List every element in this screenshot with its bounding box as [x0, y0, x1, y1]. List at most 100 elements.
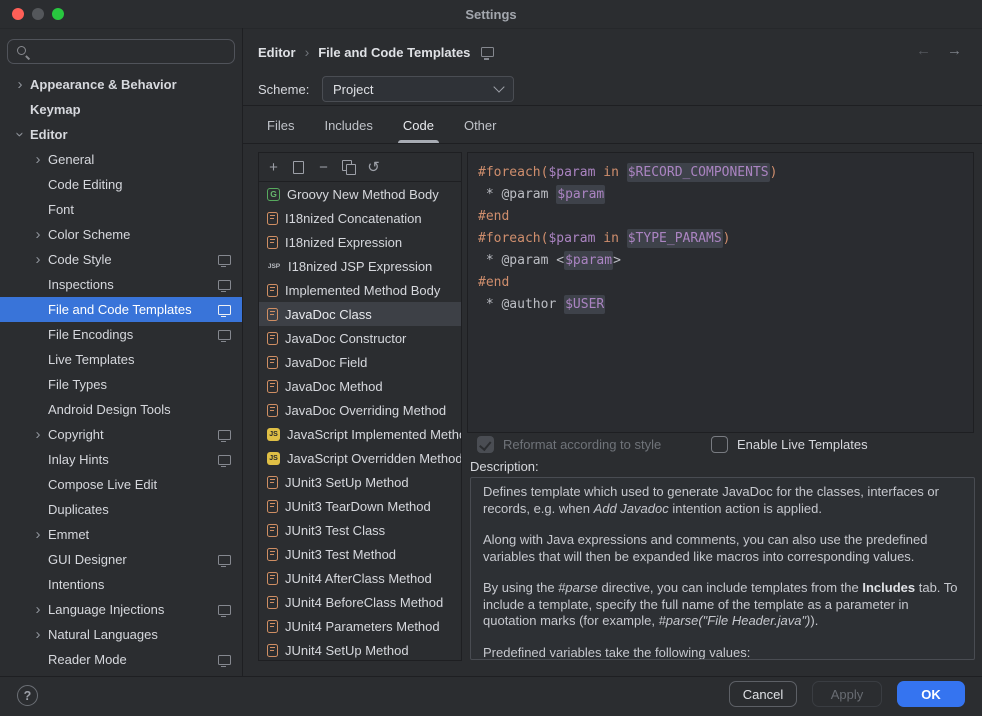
template-item-label: JUnit4 AfterClass Method: [285, 571, 432, 586]
sidebar-item-label: Android Design Tools: [48, 402, 171, 417]
sidebar-item-label: Live Templates: [48, 352, 134, 367]
sidebar-item-file-and-code-templates[interactable]: File and Code Templates: [0, 297, 242, 322]
sidebar-item-label: Inspections: [48, 277, 114, 292]
template-item-label: JUnit4 Parameters Method: [285, 619, 440, 634]
sidebar-item-label: Font: [48, 202, 74, 217]
ok-button[interactable]: OK: [897, 681, 965, 707]
sidebar-item-intentions[interactable]: Intentions: [0, 572, 242, 597]
sidebar-item-language-injections[interactable]: ›Language Injections: [0, 597, 242, 622]
scheme-dropdown[interactable]: Project: [322, 76, 514, 102]
sidebar-item-general[interactable]: ›General: [0, 147, 242, 172]
chevron-collapsed-icon[interactable]: ›: [28, 602, 48, 617]
sidebar-item-gui-designer[interactable]: GUI Designer: [0, 547, 242, 572]
settings-search-field[interactable]: [7, 39, 235, 64]
breadcrumb-editor[interactable]: Editor: [258, 45, 296, 60]
description-body[interactable]: Defines template which used to generate …: [470, 477, 975, 660]
sidebar-item-live-templates[interactable]: Live Templates: [0, 347, 242, 372]
sidebar-item-duplicates[interactable]: Duplicates: [0, 497, 242, 522]
chevron-collapsed-icon[interactable]: ›: [28, 252, 48, 267]
template-list[interactable]: GGroovy New Method BodyI18nized Concaten…: [259, 182, 461, 660]
template-item-javascript-implemented-method[interactable]: JSJavaScript Implemented Method: [259, 422, 461, 446]
template-item-javadoc-method[interactable]: JavaDoc Method: [259, 374, 461, 398]
sidebar-item-copyright[interactable]: ›Copyright: [0, 422, 242, 447]
minimize-button[interactable]: [32, 8, 44, 20]
chevron-collapsed-icon[interactable]: ›: [28, 627, 48, 642]
sidebar-item-code-editing[interactable]: Code Editing: [0, 172, 242, 197]
template-item-i18nized-expression[interactable]: I18nized Expression: [259, 230, 461, 254]
template-item-junit4-beforeclass-method[interactable]: JUnit4 BeforeClass Method: [259, 590, 461, 614]
template-item-junit3-test-method[interactable]: JUnit3 Test Method: [259, 542, 461, 566]
reformat-checkbox[interactable]: [477, 436, 494, 453]
ide-settings-monitor-icon: [218, 655, 231, 665]
tab-code[interactable]: Code: [401, 107, 436, 143]
sidebar-item-keymap[interactable]: Keymap: [0, 97, 242, 122]
template-item-javadoc-overriding-method[interactable]: JavaDoc Overriding Method: [259, 398, 461, 422]
sidebar-item-natural-languages[interactable]: ›Natural Languages: [0, 622, 242, 647]
template-item-junit3-setup-method[interactable]: JUnit3 SetUp Method: [259, 470, 461, 494]
template-item-implemented-method-body[interactable]: Implemented Method Body: [259, 278, 461, 302]
template-item-label: JavaScript Overridden Method: [287, 451, 461, 466]
template-file-icon: [267, 500, 278, 513]
template-item-junit3-test-class[interactable]: JUnit3 Test Class: [259, 518, 461, 542]
chevron-collapsed-icon[interactable]: ›: [28, 227, 48, 242]
template-item-junit4-setup-method[interactable]: JUnit4 SetUp Method: [259, 638, 461, 661]
sidebar-item-editor[interactable]: ›Editor: [0, 122, 242, 147]
template-file-icon: [267, 284, 278, 297]
template-code-editor[interactable]: #foreach($param in $RECORD_COMPONENTS) *…: [467, 152, 974, 433]
sidebar-item-code-style[interactable]: ›Code Style: [0, 247, 242, 272]
template-item-label: JUnit3 Test Class: [285, 523, 385, 538]
sidebar-item-inlay-hints[interactable]: Inlay Hints: [0, 447, 242, 472]
template-item-javadoc-field[interactable]: JavaDoc Field: [259, 350, 461, 374]
apply-button[interactable]: Apply: [812, 681, 882, 707]
chevron-expanded-icon[interactable]: ›: [13, 125, 28, 145]
template-item-javascript-overridden-method[interactable]: JSJavaScript Overridden Method: [259, 446, 461, 470]
template-item-javadoc-constructor[interactable]: JavaDoc Constructor: [259, 326, 461, 350]
add-template-icon[interactable]: +: [261, 155, 286, 179]
scheme-dropdown-value: Project: [333, 82, 373, 97]
live-templates-checkbox[interactable]: [711, 436, 728, 453]
template-item-junit3-teardown-method[interactable]: JUnit3 TearDown Method: [259, 494, 461, 518]
chevron-collapsed-icon[interactable]: ›: [28, 152, 48, 167]
sidebar-item-inspections[interactable]: Inspections: [0, 272, 242, 297]
sidebar-item-label: General: [48, 152, 94, 167]
sidebar-item-label: Language Injections: [48, 602, 164, 617]
sidebar-item-color-scheme[interactable]: ›Color Scheme: [0, 222, 242, 247]
template-item-i18nized-concatenation[interactable]: I18nized Concatenation: [259, 206, 461, 230]
search-input[interactable]: [30, 44, 234, 59]
sidebar-item-label: Appearance & Behavior: [30, 77, 177, 92]
help-button[interactable]: ?: [17, 685, 38, 706]
forward-icon[interactable]: →: [947, 42, 962, 59]
zoom-button[interactable]: [52, 8, 64, 20]
chevron-collapsed-icon[interactable]: ›: [28, 427, 48, 442]
sidebar-item-appearance-behavior[interactable]: ›Appearance & Behavior: [0, 72, 242, 97]
back-icon[interactable]: ←: [916, 42, 931, 59]
template-item-junit4-afterclass-method[interactable]: JUnit4 AfterClass Method: [259, 566, 461, 590]
copy-template-icon[interactable]: [336, 155, 361, 179]
create-child-template-icon[interactable]: [286, 155, 311, 179]
reset-to-default-icon[interactable]: ↺: [361, 155, 386, 179]
cancel-button[interactable]: Cancel: [729, 681, 797, 707]
close-button[interactable]: [12, 8, 24, 20]
tab-includes[interactable]: Includes: [322, 107, 374, 143]
template-file-icon: [267, 572, 278, 585]
tab-other[interactable]: Other: [462, 107, 499, 143]
tab-files[interactable]: Files: [265, 107, 296, 143]
template-item-javadoc-class[interactable]: JavaDoc Class: [259, 302, 461, 326]
template-item-junit4-parameters-method[interactable]: JUnit4 Parameters Method: [259, 614, 461, 638]
sidebar-item-compose-live-edit[interactable]: Compose Live Edit: [0, 472, 242, 497]
sidebar-item-label: Intentions: [48, 577, 104, 592]
template-file-icon: [267, 548, 278, 561]
sidebar-item-font[interactable]: Font: [0, 197, 242, 222]
template-item-groovy-new-method-body[interactable]: GGroovy New Method Body: [259, 182, 461, 206]
template-item-i18nized-jsp-expression[interactable]: JSPI18nized JSP Expression: [259, 254, 461, 278]
chevron-collapsed-icon[interactable]: ›: [10, 77, 30, 92]
chevron-collapsed-icon[interactable]: ›: [28, 527, 48, 542]
sidebar-item-file-encodings[interactable]: File Encodings: [0, 322, 242, 347]
sidebar-item-android-design-tools[interactable]: Android Design Tools: [0, 397, 242, 422]
sidebar-item-reader-mode[interactable]: Reader Mode: [0, 647, 242, 672]
sidebar-item-emmet[interactable]: ›Emmet: [0, 522, 242, 547]
sidebar-item-label: Inlay Hints: [48, 452, 109, 467]
remove-template-icon[interactable]: −: [311, 155, 336, 179]
sidebar-item-file-types[interactable]: File Types: [0, 372, 242, 397]
settings-window: Settings ›Appearance & BehaviorKeymap›Ed…: [0, 0, 982, 716]
